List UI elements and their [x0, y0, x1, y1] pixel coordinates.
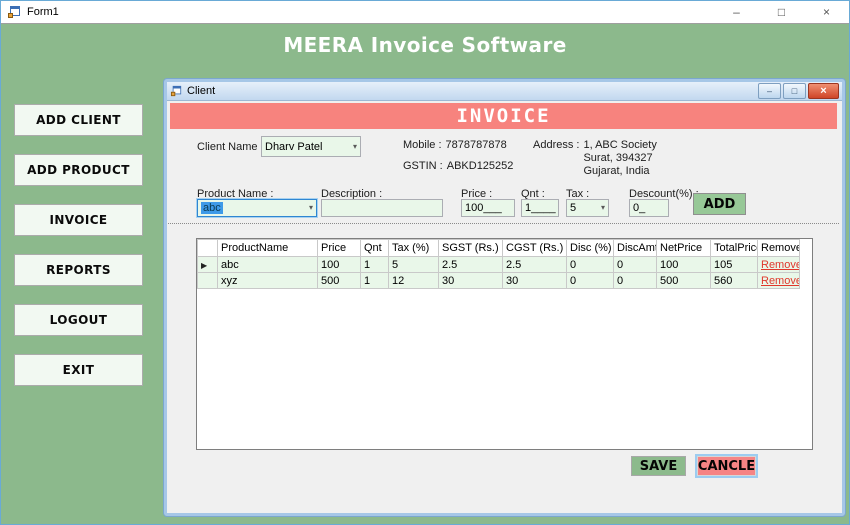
separator [168, 223, 839, 224]
invoice-grid: ProductName Price Qnt Tax (%) SGST (Rs.)… [197, 239, 800, 289]
cancel-button[interactable]: CANCLE [697, 456, 756, 476]
client-titlebar[interactable]: Client – □ × [167, 82, 842, 101]
col-price[interactable]: Price [317, 239, 361, 257]
remove-link[interactable]: Remove [761, 259, 799, 271]
window-title: Form1 [27, 6, 59, 18]
client-window-title: Client [187, 85, 216, 97]
grid-corner [197, 239, 218, 257]
col-netprice[interactable]: NetPrice [656, 239, 711, 257]
mobile-value: 7878787878 [445, 139, 507, 151]
row-header[interactable] [197, 272, 218, 289]
sidebar-item-invoice[interactable]: INVOICE [14, 204, 143, 236]
gstin-label: GSTIN : [403, 160, 443, 172]
gstin-value: ABKD125252 [446, 160, 514, 172]
col-discamt[interactable]: DiscAmt [613, 239, 657, 257]
mobile-info: Mobile : 7878787878 [403, 139, 507, 151]
remove-link[interactable]: Remove [761, 275, 799, 287]
cell-tax[interactable]: 5 [388, 256, 439, 273]
cell-cgst[interactable]: 2.5 [502, 256, 567, 273]
add-button[interactable]: ADD [693, 193, 746, 215]
form1-window: Form1 – □ × MEERA Invoice Software ADD C… [0, 0, 850, 525]
row-header[interactable]: ▶ [197, 256, 218, 273]
chevron-down-icon: ▾ [600, 203, 605, 212]
cell-cgst[interactable]: 30 [502, 272, 567, 289]
sidebar-item-reports[interactable]: REPORTS [14, 254, 143, 286]
client-close-icon[interactable]: × [808, 83, 839, 99]
cell-discamt[interactable]: 0 [613, 256, 657, 273]
cell-qnt[interactable]: 1 [360, 256, 389, 273]
minimize-icon[interactable]: – [714, 1, 759, 23]
cell-totalprice[interactable]: 105 [710, 256, 758, 273]
client-name-label: Client Name : [197, 141, 264, 153]
col-sgst[interactable]: SGST (Rs.) [438, 239, 503, 257]
mobile-label: Mobile : [403, 139, 442, 151]
col-cgst[interactable]: CGST (Rs.) [502, 239, 567, 257]
outer-titlebar[interactable]: Form1 – □ × [1, 1, 849, 24]
chevron-down-icon: ▾ [308, 203, 313, 212]
client-minimize-icon[interactable]: – [758, 83, 781, 99]
sidebar-item-add-product[interactable]: ADD PRODUCT [14, 154, 143, 186]
client-name-value: Dharv Patel [265, 140, 323, 153]
cell-price[interactable]: 500 [317, 272, 361, 289]
cell-price[interactable]: 100 [317, 256, 361, 273]
cell-remove: Remove [757, 272, 800, 289]
save-button[interactable]: SAVE [631, 456, 686, 476]
chevron-down-icon: ▾ [352, 141, 357, 151]
col-totalprice[interactable]: TotalPrice [710, 239, 758, 257]
gstin-info: GSTIN : ABKD125252 [403, 160, 513, 172]
table-row: ▶ abc 100 1 5 2.5 2.5 0 0 100 105 Remove [197, 256, 800, 273]
cell-disc[interactable]: 0 [566, 272, 614, 289]
invoice-banner: INVOICE [170, 103, 837, 129]
cell-remove: Remove [757, 256, 800, 273]
client-window: Client – □ × INVOICE Client Name : Dharv… [164, 79, 845, 516]
cell-netprice[interactable]: 500 [656, 272, 711, 289]
cell-totalprice[interactable]: 560 [710, 272, 758, 289]
cell-productname[interactable]: xyz [217, 272, 318, 289]
cell-sgst[interactable]: 30 [438, 272, 503, 289]
col-tax[interactable]: Tax (%) [388, 239, 439, 257]
address-label: Address : [533, 139, 580, 151]
client-maximize-icon[interactable]: □ [783, 83, 806, 99]
price-input[interactable]: 100___ [461, 199, 515, 217]
cell-sgst[interactable]: 2.5 [438, 256, 503, 273]
client-window-controls: – □ × [758, 83, 839, 99]
maximize-icon[interactable]: □ [759, 1, 804, 23]
address-info: Address : 1, ABC Society Surat, 394327 G… [533, 139, 657, 178]
cell-qnt[interactable]: 1 [360, 272, 389, 289]
address-value: 1, ABC Society Surat, 394327 Gujarat, In… [583, 139, 657, 177]
cell-netprice[interactable]: 100 [656, 256, 711, 273]
sidebar-item-exit[interactable]: EXIT [14, 354, 143, 386]
product-name-value: abc [201, 202, 223, 214]
client-content: INVOICE Client Name : Dharv Patel ▾ Mobi… [167, 101, 842, 513]
client-form-icon [170, 85, 182, 97]
col-disc[interactable]: Disc (%) [566, 239, 614, 257]
cell-tax[interactable]: 12 [388, 272, 439, 289]
cell-discamt[interactable]: 0 [613, 272, 657, 289]
table-row: xyz 500 1 12 30 30 0 0 500 560 Remove [197, 272, 800, 289]
client-name-select[interactable]: Dharv Patel ▾ [261, 136, 361, 157]
current-row-icon: ▶ [201, 260, 208, 270]
page-title: MEERA Invoice Software [283, 33, 567, 57]
cell-disc[interactable]: 0 [566, 256, 614, 273]
grid-header-row: ProductName Price Qnt Tax (%) SGST (Rs.)… [197, 239, 800, 257]
cell-productname[interactable]: abc [217, 256, 318, 273]
product-name-select[interactable]: abc ▾ [197, 199, 317, 217]
col-qnt[interactable]: Qnt [360, 239, 389, 257]
col-remove[interactable]: Remove [757, 239, 800, 257]
sidebar: ADD CLIENT ADD PRODUCT INVOICE REPORTS L… [14, 104, 143, 386]
description-input[interactable] [321, 199, 443, 217]
sidebar-item-logout[interactable]: LOGOUT [14, 304, 143, 336]
form-icon [8, 6, 21, 18]
close-icon[interactable]: × [804, 1, 849, 23]
discount-input[interactable]: 0_ [629, 199, 669, 217]
window-controls: – □ × [714, 1, 849, 23]
qnt-input[interactable]: 1____ [521, 199, 559, 217]
col-productname[interactable]: ProductName [217, 239, 318, 257]
grid-panel: ProductName Price Qnt Tax (%) SGST (Rs.)… [196, 238, 813, 450]
sidebar-item-add-client[interactable]: ADD CLIENT [14, 104, 143, 136]
tax-select[interactable]: 5 ▾ [566, 199, 609, 217]
